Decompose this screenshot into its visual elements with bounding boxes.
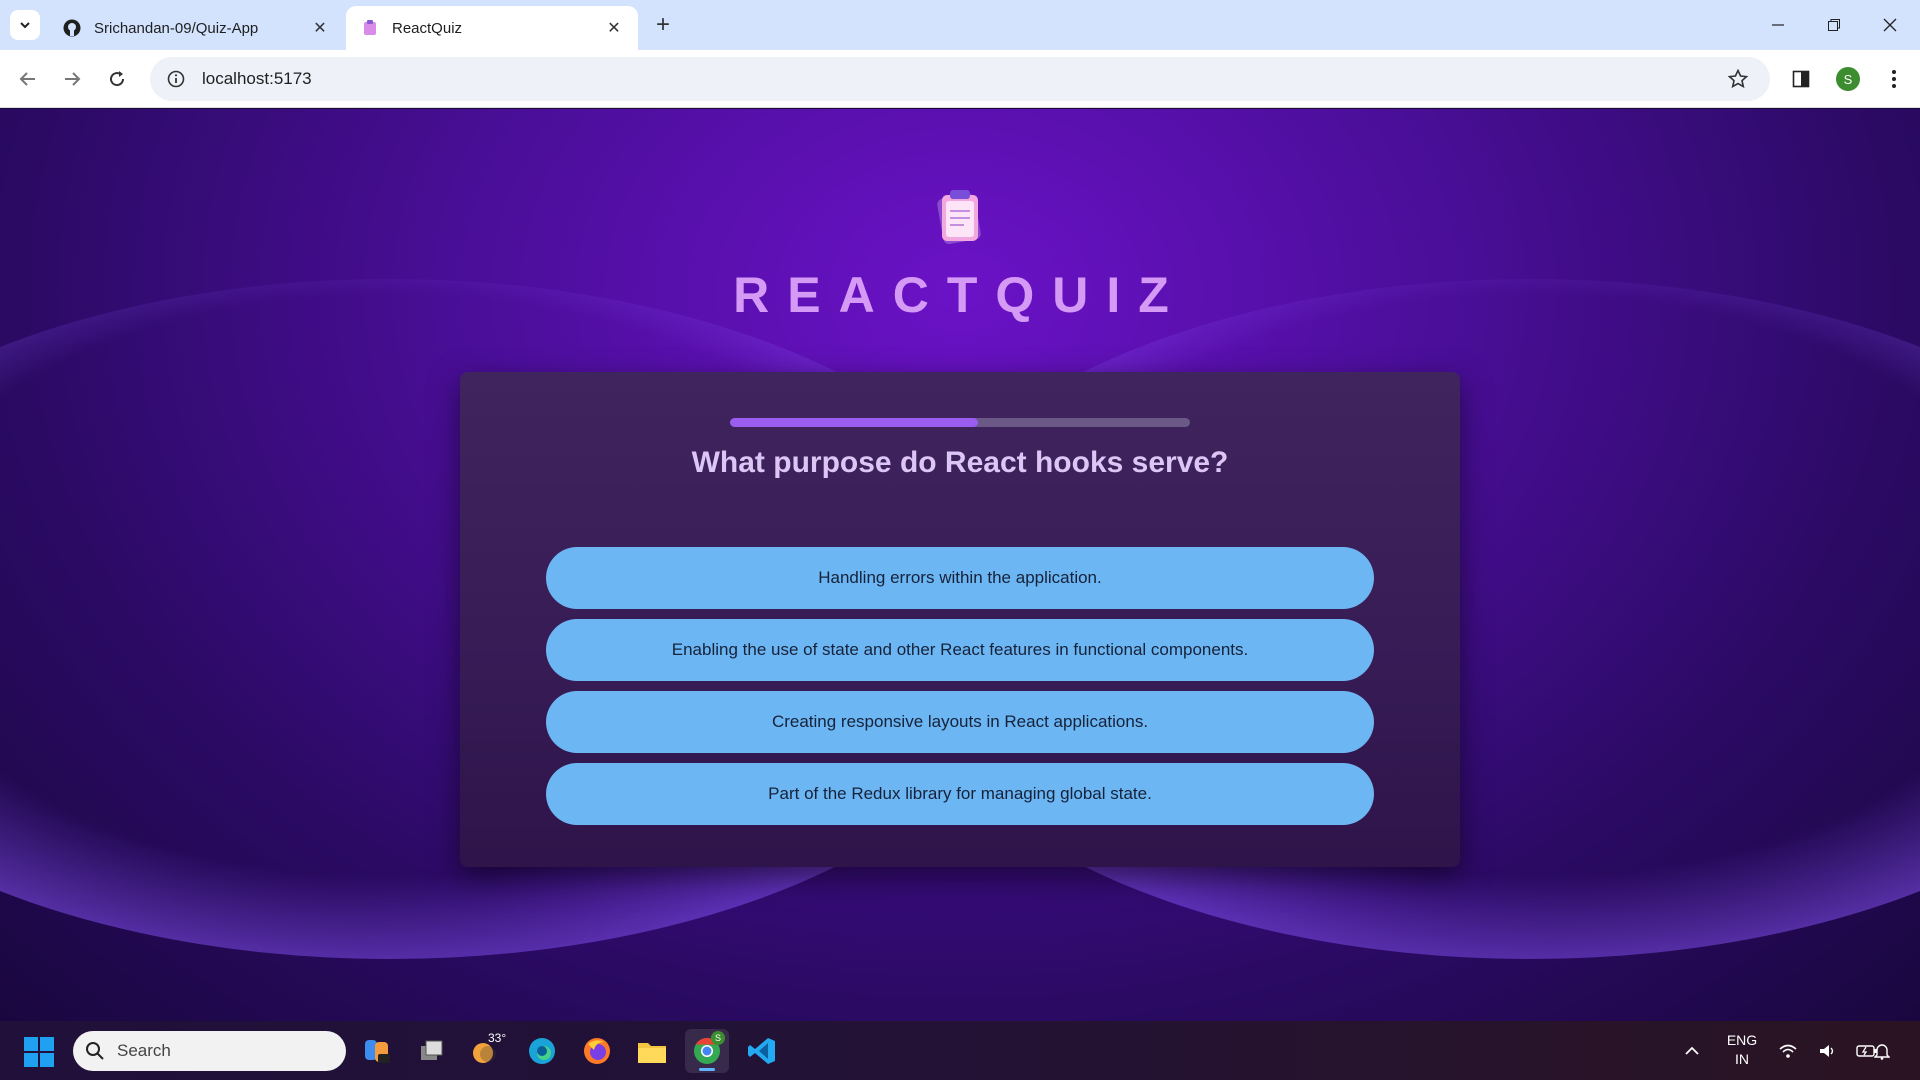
answer-button[interactable]: Handling errors within the application. — [546, 547, 1374, 609]
answer-button[interactable]: Enabling the use of state and other Reac… — [546, 619, 1374, 681]
clipboard-icon — [928, 184, 992, 248]
chrome-profile-badge: S — [711, 1031, 725, 1045]
restore-button[interactable] — [1806, 0, 1862, 50]
more-vert-icon — [1892, 70, 1896, 88]
tab-title: ReactQuiz — [392, 19, 463, 37]
vscode-icon — [748, 1038, 775, 1064]
answer-button[interactable]: Part of the Redux library for managing g… — [546, 763, 1374, 825]
address-bar[interactable]: localhost:5173 — [150, 57, 1770, 101]
language-code: ENG — [1726, 1032, 1758, 1048]
new-tab-button[interactable]: + — [650, 11, 676, 38]
close-window-button[interactable] — [1862, 0, 1918, 50]
search-icon — [86, 1042, 104, 1060]
tab-github[interactable]: Srichandan-09/Quiz-App ✕ — [48, 6, 344, 50]
chevron-up-icon — [1685, 1046, 1699, 1055]
arrow-left-icon — [19, 72, 35, 86]
folder-icon — [638, 1043, 666, 1063]
app-title: REACTQUIZ — [733, 267, 1187, 323]
answer-list: Handling errors within the application. … — [546, 547, 1374, 835]
menu-button[interactable] — [1878, 63, 1910, 95]
bell-icon — [1874, 1043, 1890, 1060]
edge-app[interactable] — [520, 1029, 564, 1073]
question-text: What purpose do React hooks serve? — [691, 446, 1229, 479]
system-tray[interactable] — [1778, 1021, 1878, 1080]
reload-button[interactable] — [101, 63, 133, 95]
volume-icon — [1820, 1044, 1834, 1057]
firefox-app[interactable] — [575, 1029, 619, 1073]
taskbar-search[interactable]: Search — [73, 1031, 346, 1071]
profile-button[interactable]: S — [1832, 63, 1864, 95]
page-viewport: REACTQUIZ What purpose do React hooks se… — [0, 109, 1920, 1021]
avatar: S — [1836, 67, 1860, 91]
tray-overflow-button[interactable] — [1684, 1021, 1708, 1080]
firefox-icon — [584, 1038, 610, 1064]
edge-icon — [529, 1038, 555, 1064]
chrome-app[interactable]: S — [685, 1029, 729, 1073]
task-view-icon — [421, 1040, 443, 1060]
minimize-button[interactable] — [1750, 0, 1806, 50]
close-icon[interactable]: ✕ — [604, 18, 624, 38]
browser-tab-bar: Srichandan-09/Quiz-App ✕ ReactQuiz ✕ + — [0, 0, 1920, 50]
active-indicator — [699, 1068, 715, 1071]
chevron-down-icon — [20, 22, 30, 29]
arrow-right-icon — [65, 72, 81, 86]
url-text: localhost:5173 — [202, 69, 312, 88]
progress-bar — [730, 418, 1190, 427]
copilot-icon — [365, 1040, 390, 1063]
region-code: IN — [1735, 1051, 1749, 1067]
bookmark-star-icon[interactable] — [1718, 59, 1758, 99]
search-label: Search — [117, 1041, 171, 1060]
back-button[interactable] — [12, 63, 44, 95]
minimize-icon — [1772, 24, 1784, 26]
task-view-app[interactable] — [410, 1029, 454, 1073]
github-icon — [62, 18, 82, 38]
tab-reactquiz[interactable]: ReactQuiz ✕ — [346, 6, 638, 50]
file-explorer-app[interactable] — [630, 1029, 674, 1073]
close-icon — [1883, 18, 1897, 32]
quiz-card: What purpose do React hooks serve? Handl… — [460, 372, 1460, 867]
weather-widget[interactable]: 33° — [465, 1029, 509, 1073]
tab-search-button[interactable] — [10, 10, 40, 40]
taskbar: Search 33° S ENG IN — [0, 1021, 1920, 1080]
react-quiz-icon — [360, 18, 380, 38]
weather-temp: 33° — [488, 1031, 507, 1045]
windows-start-button[interactable] — [24, 1037, 54, 1067]
answer-button[interactable]: Creating responsive layouts in React app… — [546, 691, 1374, 753]
reload-icon — [110, 71, 125, 87]
vscode-app[interactable] — [740, 1029, 784, 1073]
copilot-app[interactable] — [355, 1029, 399, 1073]
language-indicator[interactable]: ENG IN — [1716, 1031, 1768, 1069]
progress-fill — [730, 418, 979, 427]
wifi-icon — [1779, 1044, 1797, 1058]
tab-title: Srichandan-09/Quiz-App — [94, 19, 259, 37]
notifications-button[interactable] — [1874, 1021, 1898, 1080]
forward-button[interactable] — [56, 63, 88, 95]
site-info-icon[interactable] — [154, 57, 198, 101]
restore-icon — [1828, 19, 1840, 31]
close-icon[interactable]: ✕ — [310, 18, 330, 38]
browser-toolbar: localhost:5173 S — [0, 50, 1920, 108]
side-panel-button[interactable] — [1785, 63, 1817, 95]
side-panel-icon — [1792, 70, 1810, 88]
